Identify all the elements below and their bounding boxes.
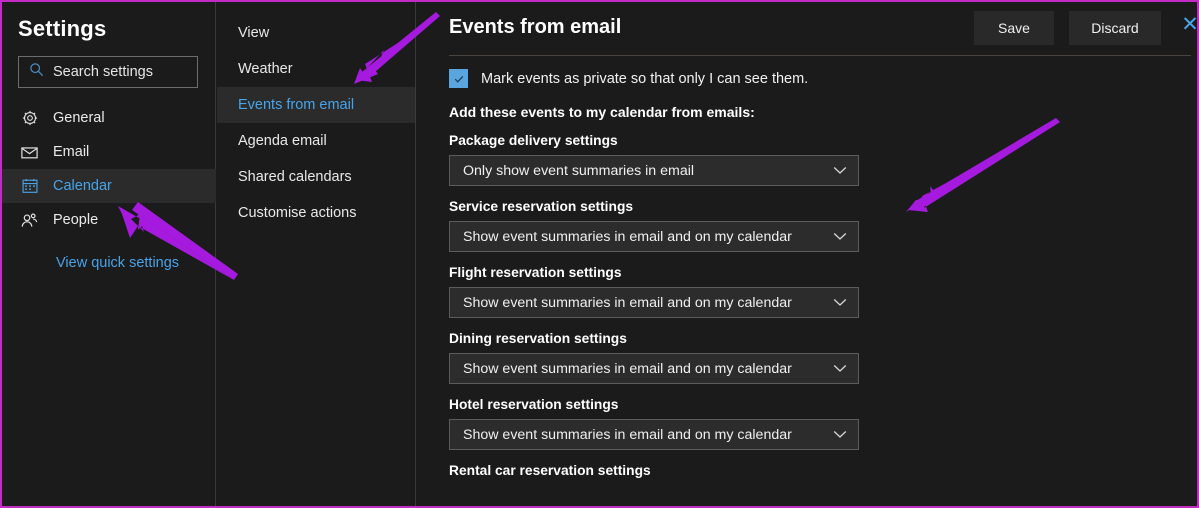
settings-window: Settings Search settings General Email C… [0, 0, 1199, 508]
dropdown-value: Show event summaries in email and on my … [463, 426, 792, 443]
calendar-subnav: View Weather Events from email Agenda em… [217, 2, 416, 506]
sidebar-item-label: Calendar [53, 178, 112, 194]
mark-private-label: Mark events as private so that only I ca… [481, 70, 809, 87]
chevron-down-icon [833, 230, 847, 244]
sidebar-item-label: Email [53, 144, 90, 160]
package-delivery-dropdown[interactable]: Only show event summaries in email [449, 155, 859, 186]
service-reservation-dropdown[interactable]: Show event summaries in email and on my … [449, 221, 859, 252]
dropdown-value: Only show event summaries in email [463, 162, 695, 179]
subnav-item-weather[interactable]: Weather [217, 51, 415, 87]
setting-label: Hotel reservation settings [449, 397, 619, 412]
sidebar-item-label: General [53, 110, 105, 126]
setting-label: Package delivery settings [449, 133, 618, 148]
subnav-item-events-from-email[interactable]: Events from email [217, 87, 415, 123]
mark-private-checkbox[interactable] [449, 69, 468, 88]
dropdown-value: Show event summaries in email and on my … [463, 228, 792, 245]
view-quick-settings-link[interactable]: View quick settings [56, 255, 179, 271]
chevron-down-icon [833, 428, 847, 442]
settings-scroll-area: Mark events as private so that only I ca… [417, 56, 1197, 506]
discard-button[interactable]: Discard [1069, 11, 1161, 45]
dropdown-value: Show event summaries in email and on my … [463, 294, 792, 311]
flight-reservation-dropdown[interactable]: Show event summaries in email and on my … [449, 287, 859, 318]
setting-label: Rental car reservation settings [449, 463, 651, 478]
dropdown-value: Show event summaries in email and on my … [463, 360, 792, 377]
settings-sidebar: Settings Search settings General Email C… [2, 2, 216, 506]
sidebar-item-general[interactable]: General [2, 101, 216, 135]
add-events-heading: Add these events to my calendar from ema… [449, 104, 755, 120]
sidebar-item-calendar[interactable]: Calendar [2, 169, 216, 203]
subnav-item-shared-calendars[interactable]: Shared calendars [217, 159, 415, 195]
chevron-down-icon [833, 362, 847, 376]
hotel-reservation-dropdown[interactable]: Show event summaries in email and on my … [449, 419, 859, 450]
setting-package-delivery: Package delivery settings Only show even… [417, 120, 1197, 186]
page-title: Settings [18, 16, 107, 41]
sidebar-item-label: People [53, 212, 99, 228]
envelope-icon [20, 143, 39, 162]
search-icon [29, 62, 44, 82]
subnav-item-view[interactable]: View [217, 15, 415, 51]
mark-private-row[interactable]: Mark events as private so that only I ca… [417, 56, 1197, 88]
sidebar-item-people[interactable]: People [2, 203, 216, 237]
main-title: Events from email [449, 16, 622, 38]
setting-hotel-reservation: Hotel reservation settings Show event su… [417, 384, 1197, 450]
setting-dining-reservation: Dining reservation settings Show event s… [417, 318, 1197, 384]
chevron-down-icon [833, 296, 847, 310]
setting-label: Flight reservation settings [449, 265, 622, 280]
subnav-item-agenda-email[interactable]: Agenda email [217, 123, 415, 159]
people-icon [20, 211, 39, 230]
setting-label: Service reservation settings [449, 199, 634, 214]
sidebar-item-email[interactable]: Email [2, 135, 216, 169]
setting-flight-reservation: Flight reservation settings Show event s… [417, 252, 1197, 318]
close-icon[interactable]: ✕ [1179, 14, 1197, 36]
dining-reservation-dropdown[interactable]: Show event summaries in email and on my … [449, 353, 859, 384]
calendar-icon [20, 177, 39, 196]
setting-label: Dining reservation settings [449, 331, 627, 346]
sidebar-nav-list: General Email Calendar People [2, 101, 216, 237]
save-button[interactable]: Save [974, 11, 1054, 45]
search-placeholder-text: Search settings [53, 64, 153, 80]
setting-service-reservation: Service reservation settings Show event … [417, 186, 1197, 252]
main-header: Events from email Save Discard ✕ [417, 2, 1197, 56]
gear-icon [20, 109, 39, 128]
main-panel: Events from email Save Discard ✕ Mark ev… [417, 2, 1197, 506]
search-input[interactable]: Search settings [18, 56, 198, 88]
chevron-down-icon [833, 164, 847, 178]
subnav-item-customise-actions[interactable]: Customise actions [217, 195, 415, 231]
setting-rental-car-reservation: Rental car reservation settings [417, 450, 1197, 478]
